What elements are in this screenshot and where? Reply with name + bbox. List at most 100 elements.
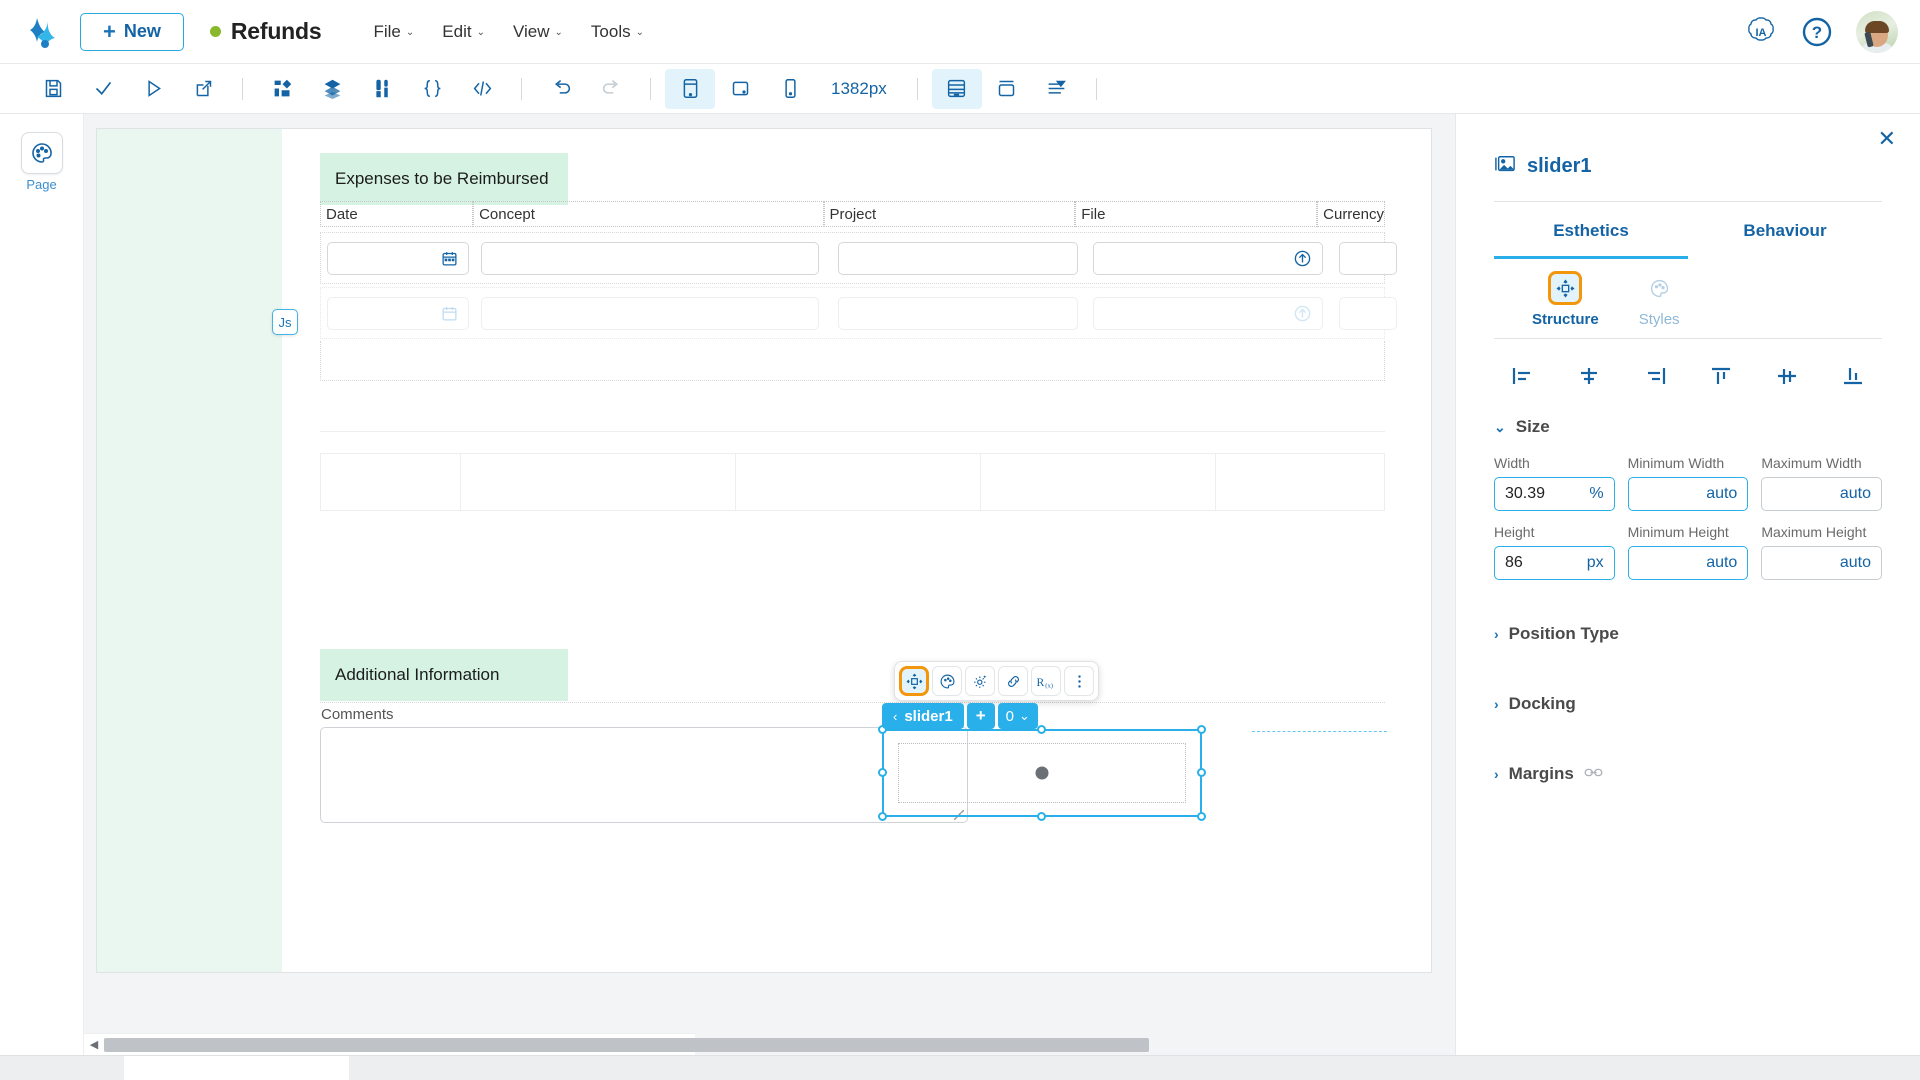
- secondary-grid[interactable]: [320, 453, 1385, 511]
- styles-tool-button[interactable]: [932, 666, 962, 696]
- grid-cell[interactable]: [1216, 454, 1384, 510]
- expression-tool-button[interactable]: R (x): [1031, 666, 1061, 696]
- breadcrumb-element[interactable]: ‹ slider1: [882, 703, 964, 729]
- resize-handle-e[interactable]: [1197, 768, 1206, 777]
- currency-field-row1[interactable]: [1339, 242, 1397, 275]
- help-icon[interactable]: ?: [1800, 15, 1834, 49]
- table-row[interactable]: [320, 232, 1385, 284]
- min-width-input[interactable]: auto: [1628, 477, 1749, 511]
- more-vertical-icon[interactable]: [1064, 666, 1094, 696]
- new-button[interactable]: + New: [80, 13, 184, 51]
- grid-cell[interactable]: [736, 454, 981, 510]
- menu-view[interactable]: View ⌄: [513, 22, 563, 42]
- resize-handle-ne[interactable]: [1197, 725, 1206, 734]
- redo-icon[interactable]: [586, 69, 636, 109]
- align-right-icon[interactable]: [1638, 361, 1672, 391]
- filter-icon[interactable]: [1032, 69, 1082, 109]
- height-input[interactable]: 86 px: [1494, 546, 1615, 580]
- hscroll-thumb[interactable]: [104, 1038, 1149, 1052]
- hscroll-track[interactable]: [104, 1038, 675, 1052]
- docking-section-header[interactable]: › Docking: [1494, 676, 1882, 718]
- components-icon[interactable]: [257, 69, 307, 109]
- align-center-vertical-icon[interactable]: [1770, 361, 1804, 391]
- app-logo-icon[interactable]: [22, 10, 66, 54]
- layers-icon[interactable]: [307, 69, 357, 109]
- comments-textarea[interactable]: [320, 727, 968, 823]
- project-field-row2[interactable]: [838, 297, 1078, 330]
- properties-panel: ✕ slider1 Esthetics Behaviour: [1455, 114, 1920, 1055]
- bottom-tab-home[interactable]: Home: [0, 1056, 124, 1080]
- grid-cell[interactable]: [321, 454, 461, 510]
- grid-cell[interactable]: [981, 454, 1216, 510]
- ia-assistant-icon[interactable]: IA: [1744, 15, 1778, 49]
- canvas-hscrollbar[interactable]: ◀ ▶: [84, 1033, 695, 1055]
- file-field-row2[interactable]: [1093, 297, 1323, 330]
- tab-behaviour[interactable]: Behaviour: [1688, 202, 1882, 259]
- slider-selection-box[interactable]: [882, 729, 1202, 817]
- align-top-icon[interactable]: [1704, 361, 1738, 391]
- resize-handle-s[interactable]: [1037, 812, 1046, 821]
- play-icon[interactable]: [128, 69, 178, 109]
- save-icon[interactable]: [28, 69, 78, 109]
- grid-view-icon[interactable]: [932, 69, 982, 109]
- field-label: Maximum Width: [1761, 455, 1882, 471]
- currency-field-row2[interactable]: [1339, 297, 1397, 330]
- menu-tools[interactable]: Tools ⌄: [591, 22, 644, 42]
- code-icon[interactable]: [457, 69, 507, 109]
- data-icon[interactable]: [357, 69, 407, 109]
- export-icon[interactable]: [178, 69, 228, 109]
- align-center-horizontal-icon[interactable]: [1572, 361, 1606, 391]
- close-icon[interactable]: ✕: [1878, 128, 1896, 150]
- menu-edit[interactable]: Edit ⌄: [442, 22, 485, 42]
- breadcrumb-index-select[interactable]: 0 ⌄: [998, 703, 1038, 729]
- concept-field-row1[interactable]: [481, 242, 819, 275]
- resize-handle-w[interactable]: [878, 768, 887, 777]
- undo-icon[interactable]: [536, 69, 586, 109]
- position-type-section-header[interactable]: › Position Type: [1494, 606, 1882, 648]
- scroll-left-arrow-icon[interactable]: ◀: [84, 1038, 104, 1051]
- max-height-input[interactable]: auto: [1761, 546, 1882, 580]
- grid-cell[interactable]: [461, 454, 736, 510]
- field-max-width: Maximum Width auto: [1761, 455, 1882, 511]
- slider-indicator-dot[interactable]: [1036, 767, 1049, 780]
- subtab-styles[interactable]: Styles: [1639, 271, 1680, 328]
- link-icon[interactable]: [1584, 766, 1603, 783]
- breadcrumb-add-button[interactable]: +: [967, 703, 995, 729]
- braces-icon[interactable]: [407, 69, 457, 109]
- min-height-input[interactable]: auto: [1628, 546, 1749, 580]
- file-field-row1[interactable]: [1093, 242, 1323, 275]
- settings-gear-button[interactable]: [965, 666, 995, 696]
- check-icon[interactable]: [78, 69, 128, 109]
- width-input[interactable]: 30.39 %: [1494, 477, 1615, 511]
- project-field-row1[interactable]: [838, 242, 1078, 275]
- bottom-tab-refunds[interactable]: Refunds (Global) ✖: [124, 1056, 349, 1080]
- main-menu-bar: File ⌄ Edit ⌄ View ⌄ Tools ⌄: [373, 22, 644, 42]
- mobile-view-icon[interactable]: [765, 69, 815, 109]
- design-canvas[interactable]: Expenses to be Reimbursed Date Concept P…: [84, 114, 1455, 1055]
- js-badge[interactable]: Js: [272, 309, 298, 335]
- date-field-row2[interactable]: [327, 297, 469, 330]
- sidebar-item-page[interactable]: Page: [21, 132, 63, 192]
- concept-field-row2[interactable]: [481, 297, 819, 330]
- resize-handle-se[interactable]: [1197, 812, 1206, 821]
- resize-handle-n[interactable]: [1037, 725, 1046, 734]
- align-left-icon[interactable]: [1506, 361, 1540, 391]
- container-icon[interactable]: [982, 69, 1032, 109]
- avatar[interactable]: [1856, 11, 1898, 53]
- size-section-header[interactable]: ⌄ Size: [1494, 399, 1882, 441]
- field-label: Height: [1494, 524, 1615, 540]
- margins-section-header[interactable]: › Margins: [1494, 746, 1882, 788]
- align-bottom-icon[interactable]: [1836, 361, 1870, 391]
- subtab-structure[interactable]: Structure: [1532, 271, 1599, 328]
- structure-tool-button[interactable]: [899, 666, 929, 696]
- tablet-view-icon[interactable]: [715, 69, 765, 109]
- tab-esthetics[interactable]: Esthetics: [1494, 202, 1688, 259]
- table-row[interactable]: [320, 287, 1385, 339]
- desktop-view-icon[interactable]: [665, 69, 715, 109]
- resize-handle-sw[interactable]: [878, 812, 887, 821]
- max-width-input[interactable]: auto: [1761, 477, 1882, 511]
- menu-file[interactable]: File ⌄: [373, 22, 414, 42]
- viewport-width-label[interactable]: 1382px: [815, 79, 903, 99]
- date-field-row1[interactable]: [327, 242, 469, 275]
- link-tool-button[interactable]: [998, 666, 1028, 696]
